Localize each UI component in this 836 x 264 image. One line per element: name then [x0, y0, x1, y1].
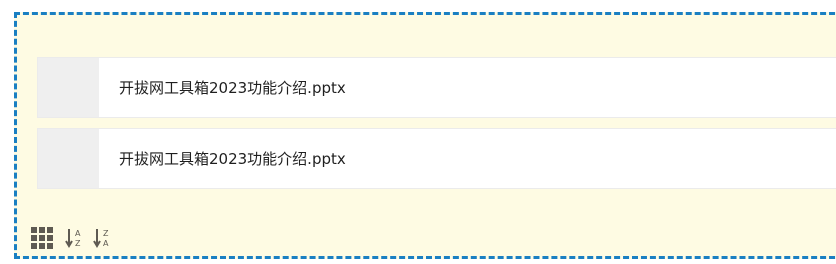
sort-descending-button[interactable]: Z A [93, 226, 111, 250]
sort-ascending-button[interactable]: A Z [65, 226, 83, 250]
grid-view-icon [31, 227, 53, 249]
svg-text:A: A [103, 239, 109, 248]
file-thumbnail [38, 58, 99, 117]
file-list: 开拔网工具箱2023功能介绍.pptx 开拔网工具箱2023功能介绍.pptx [37, 57, 836, 199]
grid-view-button[interactable] [31, 226, 53, 250]
file-name-link[interactable]: 开拔网工具箱2023功能介绍.pptx [99, 129, 346, 188]
svg-text:A: A [75, 229, 81, 238]
file-toolbar: A Z Z A [31, 225, 119, 251]
svg-text:Z: Z [103, 229, 109, 238]
file-drop-zone[interactable]: 开拔网工具箱2023功能介绍.pptx 开拔网工具箱2023功能介绍.pptx … [14, 12, 836, 259]
file-thumbnail [38, 129, 99, 188]
svg-text:Z: Z [75, 239, 81, 248]
sort-z-to-a-icon: Z A [93, 229, 109, 248]
file-name-link[interactable]: 开拔网工具箱2023功能介绍.pptx [99, 58, 346, 117]
sort-a-to-z-icon: A Z [65, 229, 81, 248]
file-item[interactable]: 开拔网工具箱2023功能介绍.pptx [37, 57, 836, 118]
file-item[interactable]: 开拔网工具箱2023功能介绍.pptx [37, 128, 836, 189]
